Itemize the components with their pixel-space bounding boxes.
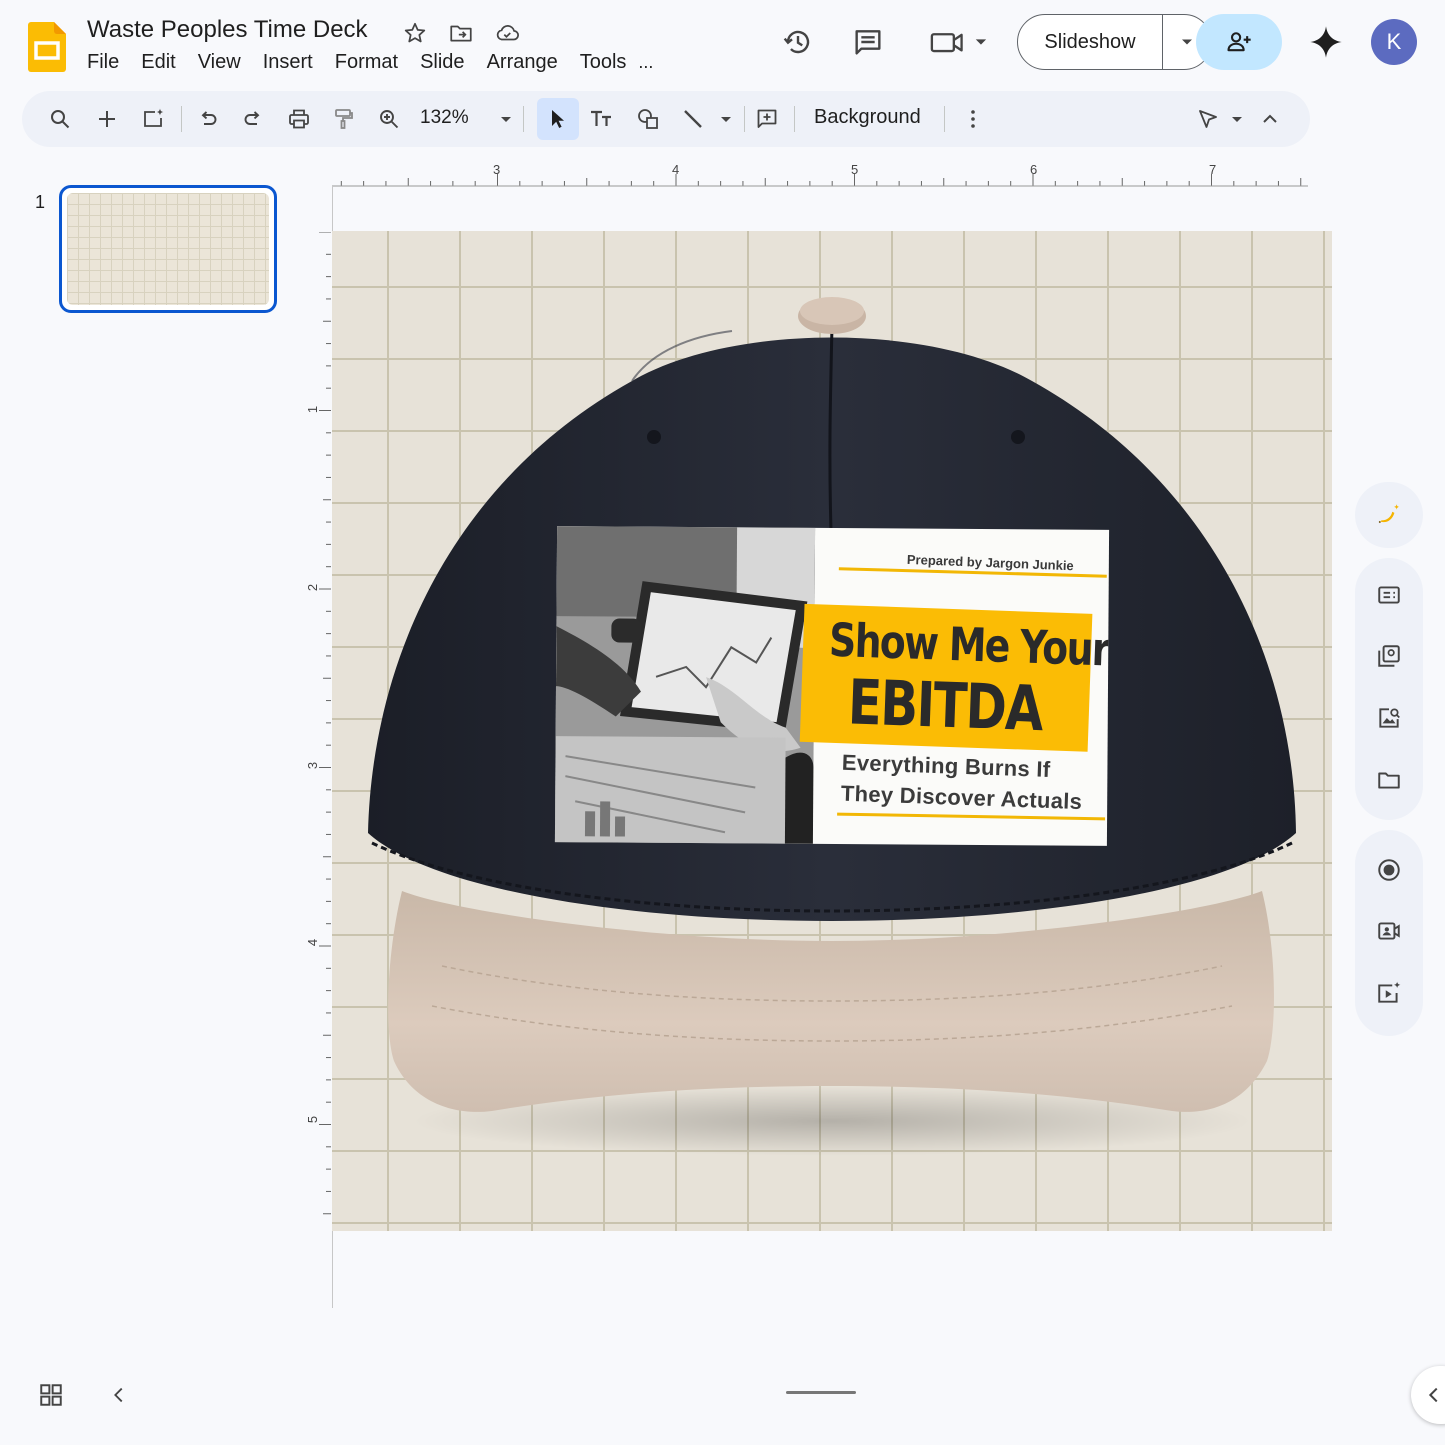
pen-tool-dropdown-icon[interactable] xyxy=(1223,105,1251,133)
collapse-filmstrip-icon[interactable] xyxy=(108,1382,130,1408)
zoom-dropdown-icon[interactable] xyxy=(492,105,520,133)
vruler-label-3: 3 xyxy=(305,761,321,770)
gemini-sparkle-icon[interactable] xyxy=(1308,24,1344,60)
grid-view-icon[interactable] xyxy=(38,1382,64,1408)
business-meeting-photo xyxy=(554,526,816,844)
zoom-level[interactable]: 132% xyxy=(420,107,469,129)
menu-format[interactable]: Format xyxy=(335,51,398,74)
menu-file[interactable]: File xyxy=(87,51,119,74)
vruler-label-4: 4 xyxy=(305,938,321,947)
comments-icon[interactable] xyxy=(852,26,884,58)
vertical-ruler: 1 2 3 4 5 xyxy=(305,231,333,1232)
avatar[interactable]: K xyxy=(1371,19,1417,65)
vruler-label-2: 2 xyxy=(305,583,321,592)
background-button[interactable]: Background xyxy=(814,106,921,129)
slide-thumbnail-preview xyxy=(67,193,269,305)
ruler-label-6: 6 xyxy=(1030,162,1038,177)
new-slide-ai-icon[interactable] xyxy=(139,105,167,133)
slide-thumbnail[interactable] xyxy=(59,185,277,313)
slides-logo[interactable] xyxy=(28,22,66,72)
more-vert-icon[interactable] xyxy=(959,105,987,133)
video-call-icon[interactable] xyxy=(928,26,990,58)
slide-number: 1 xyxy=(35,192,46,212)
line-icon[interactable] xyxy=(679,105,707,133)
side-panel-tools-group xyxy=(1355,558,1423,820)
speaker-notes-drag-handle[interactable] xyxy=(786,1391,856,1394)
zoom-icon[interactable] xyxy=(375,105,403,133)
select-cursor-icon[interactable] xyxy=(544,105,572,133)
share-person-add-icon xyxy=(1227,32,1251,52)
slide-canvas[interactable]: Prepared by Jargon Junkie Show Me Your E… xyxy=(332,231,1332,1231)
animation-icon[interactable] xyxy=(1374,978,1404,1008)
chevron-left-icon xyxy=(1428,1387,1438,1403)
ruler-label-4: 4 xyxy=(672,162,680,177)
menu-slide[interactable]: Slide xyxy=(420,51,464,74)
ruler-label-7: 7 xyxy=(1209,162,1217,177)
paint-format-icon[interactable] xyxy=(329,105,357,133)
side-panel-ai-group xyxy=(1355,482,1423,548)
banana-ai-icon[interactable] xyxy=(1374,500,1404,530)
menu-arrange[interactable]: Arrange xyxy=(487,51,558,74)
star-icon[interactable] xyxy=(402,20,428,46)
menu-view[interactable]: View xyxy=(198,51,241,74)
speaker-notes-icon[interactable] xyxy=(1374,580,1404,610)
image-search-icon[interactable] xyxy=(1374,703,1404,733)
folder-icon[interactable] xyxy=(1374,765,1404,795)
version-history-icon[interactable] xyxy=(782,26,814,58)
vruler-label-5: 5 xyxy=(305,1115,321,1124)
print-icon[interactable] xyxy=(285,105,313,133)
share-button[interactable] xyxy=(1196,14,1282,70)
text-box-icon[interactable] xyxy=(587,105,615,133)
horizontal-ruler: 3 4 5 6 7 xyxy=(332,160,1308,188)
toolbar: 132% Background xyxy=(22,91,1310,147)
menu-edit[interactable]: Edit xyxy=(141,51,175,74)
menu-tools[interactable]: Tools xyxy=(580,51,627,74)
camera-icon[interactable] xyxy=(1374,916,1404,946)
new-slide-icon[interactable] xyxy=(93,105,121,133)
cloud-saved-icon[interactable] xyxy=(494,20,520,46)
ruler-label-5: 5 xyxy=(851,162,859,177)
menu-insert[interactable]: Insert xyxy=(263,51,313,74)
document-title[interactable]: Waste Peoples Time Deck xyxy=(87,16,368,44)
layouts-icon[interactable] xyxy=(1374,641,1404,671)
side-panel-media-group xyxy=(1355,830,1423,1036)
pen-tool-icon[interactable] xyxy=(1194,105,1222,133)
headline-line-2: EBITDA xyxy=(846,665,1044,746)
move-to-folder-icon[interactable] xyxy=(448,20,474,46)
chevron-down-icon xyxy=(1182,39,1192,45)
headline-box: Show Me Your EBITDA xyxy=(799,603,1109,752)
printed-patch[interactable]: Prepared by Jargon Junkie Show Me Your E… xyxy=(554,526,1110,846)
tagline: Everything Burns If They Discover Actual… xyxy=(840,747,1083,817)
line-dropdown-icon[interactable] xyxy=(712,105,740,133)
search-icon[interactable] xyxy=(46,105,74,133)
shape-icon[interactable] xyxy=(634,105,662,133)
collapse-up-icon[interactable] xyxy=(1256,105,1284,133)
expand-side-panel-button[interactable] xyxy=(1411,1366,1445,1424)
undo-icon[interactable] xyxy=(194,105,222,133)
redo-icon[interactable] xyxy=(239,105,267,133)
menu-more[interactable]: ... xyxy=(638,52,653,73)
ruler-label-3: 3 xyxy=(493,162,501,177)
vruler-label-1: 1 xyxy=(305,405,321,414)
record-icon[interactable] xyxy=(1374,855,1404,885)
comment-add-icon[interactable] xyxy=(753,105,781,133)
slideshow-button[interactable]: Slideshow xyxy=(1018,15,1163,69)
